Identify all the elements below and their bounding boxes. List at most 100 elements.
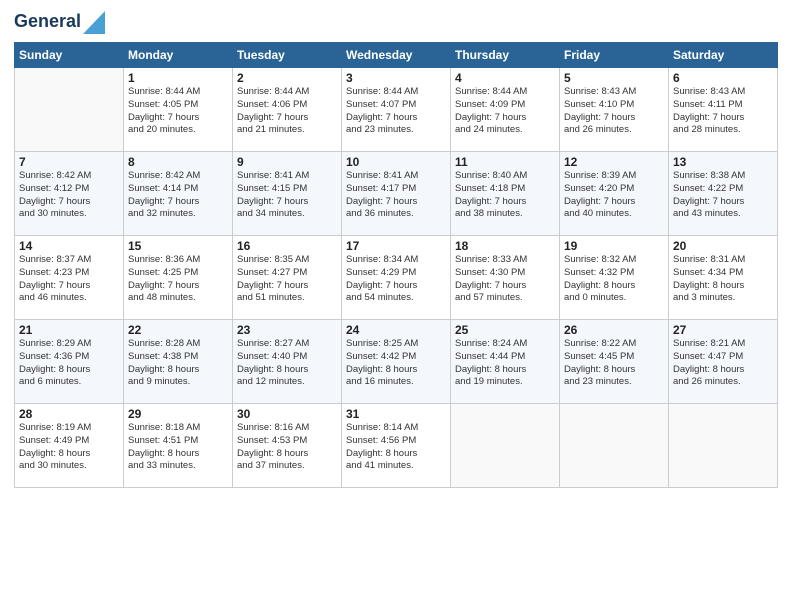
cell-info: Sunrise: 8:43 AMSunset: 4:10 PMDaylight:… (564, 86, 636, 135)
calendar-day-cell: 8Sunrise: 8:42 AMSunset: 4:14 PMDaylight… (124, 152, 233, 236)
cell-info: Sunrise: 8:42 AMSunset: 4:14 PMDaylight:… (128, 170, 200, 219)
calendar-day-cell: 10Sunrise: 8:41 AMSunset: 4:17 PMDayligh… (342, 152, 451, 236)
calendar-day-cell: 19Sunrise: 8:32 AMSunset: 4:32 PMDayligh… (560, 236, 669, 320)
calendar-day-cell: 29Sunrise: 8:18 AMSunset: 4:51 PMDayligh… (124, 404, 233, 488)
calendar-header-cell: Sunday (15, 43, 124, 68)
day-number: 3 (346, 71, 446, 85)
calendar-day-cell: 25Sunrise: 8:24 AMSunset: 4:44 PMDayligh… (451, 320, 560, 404)
cell-info: Sunrise: 8:44 AMSunset: 4:09 PMDaylight:… (455, 86, 527, 135)
day-number: 7 (19, 155, 119, 169)
calendar-header-row: SundayMondayTuesdayWednesdayThursdayFrid… (15, 43, 778, 68)
calendar-day-cell (669, 404, 778, 488)
calendar-header-cell: Tuesday (233, 43, 342, 68)
calendar-day-cell: 14Sunrise: 8:37 AMSunset: 4:23 PMDayligh… (15, 236, 124, 320)
cell-info: Sunrise: 8:33 AMSunset: 4:30 PMDaylight:… (455, 254, 527, 303)
cell-info: Sunrise: 8:37 AMSunset: 4:23 PMDaylight:… (19, 254, 91, 303)
day-number: 30 (237, 407, 337, 421)
cell-info: Sunrise: 8:44 AMSunset: 4:06 PMDaylight:… (237, 86, 309, 135)
cell-info: Sunrise: 8:29 AMSunset: 4:36 PMDaylight:… (19, 338, 91, 387)
day-number: 4 (455, 71, 555, 85)
cell-info: Sunrise: 8:43 AMSunset: 4:11 PMDaylight:… (673, 86, 745, 135)
day-number: 21 (19, 323, 119, 337)
cell-info: Sunrise: 8:27 AMSunset: 4:40 PMDaylight:… (237, 338, 309, 387)
day-number: 17 (346, 239, 446, 253)
calendar-day-cell: 12Sunrise: 8:39 AMSunset: 4:20 PMDayligh… (560, 152, 669, 236)
calendar-day-cell: 2Sunrise: 8:44 AMSunset: 4:06 PMDaylight… (233, 68, 342, 152)
calendar-header-cell: Wednesday (342, 43, 451, 68)
calendar-day-cell: 17Sunrise: 8:34 AMSunset: 4:29 PMDayligh… (342, 236, 451, 320)
calendar-day-cell: 6Sunrise: 8:43 AMSunset: 4:11 PMDaylight… (669, 68, 778, 152)
cell-info: Sunrise: 8:24 AMSunset: 4:44 PMDaylight:… (455, 338, 527, 387)
calendar-day-cell: 26Sunrise: 8:22 AMSunset: 4:45 PMDayligh… (560, 320, 669, 404)
day-number: 25 (455, 323, 555, 337)
cell-info: Sunrise: 8:44 AMSunset: 4:07 PMDaylight:… (346, 86, 418, 135)
logo-text: General (14, 12, 81, 32)
cell-info: Sunrise: 8:25 AMSunset: 4:42 PMDaylight:… (346, 338, 418, 387)
calendar-day-cell: 23Sunrise: 8:27 AMSunset: 4:40 PMDayligh… (233, 320, 342, 404)
day-number: 29 (128, 407, 228, 421)
day-number: 26 (564, 323, 664, 337)
calendar-week-row: 7Sunrise: 8:42 AMSunset: 4:12 PMDaylight… (15, 152, 778, 236)
cell-info: Sunrise: 8:21 AMSunset: 4:47 PMDaylight:… (673, 338, 745, 387)
calendar-day-cell: 20Sunrise: 8:31 AMSunset: 4:34 PMDayligh… (669, 236, 778, 320)
calendar-week-row: 21Sunrise: 8:29 AMSunset: 4:36 PMDayligh… (15, 320, 778, 404)
cell-info: Sunrise: 8:34 AMSunset: 4:29 PMDaylight:… (346, 254, 418, 303)
calendar-week-row: 28Sunrise: 8:19 AMSunset: 4:49 PMDayligh… (15, 404, 778, 488)
cell-info: Sunrise: 8:41 AMSunset: 4:17 PMDaylight:… (346, 170, 418, 219)
cell-info: Sunrise: 8:44 AMSunset: 4:05 PMDaylight:… (128, 86, 200, 135)
page-container: General SundayMondayTuesdayWednesdayThur… (0, 0, 792, 498)
calendar-day-cell: 27Sunrise: 8:21 AMSunset: 4:47 PMDayligh… (669, 320, 778, 404)
day-number: 1 (128, 71, 228, 85)
calendar-day-cell: 16Sunrise: 8:35 AMSunset: 4:27 PMDayligh… (233, 236, 342, 320)
day-number: 16 (237, 239, 337, 253)
calendar-week-row: 1Sunrise: 8:44 AMSunset: 4:05 PMDaylight… (15, 68, 778, 152)
calendar-day-cell: 30Sunrise: 8:16 AMSunset: 4:53 PMDayligh… (233, 404, 342, 488)
calendar-day-cell: 1Sunrise: 8:44 AMSunset: 4:05 PMDaylight… (124, 68, 233, 152)
day-number: 10 (346, 155, 446, 169)
logo-arrow-icon (83, 6, 105, 34)
day-number: 28 (19, 407, 119, 421)
day-number: 5 (564, 71, 664, 85)
cell-info: Sunrise: 8:14 AMSunset: 4:56 PMDaylight:… (346, 422, 418, 471)
page-header: General (14, 10, 778, 34)
calendar-day-cell: 5Sunrise: 8:43 AMSunset: 4:10 PMDaylight… (560, 68, 669, 152)
day-number: 24 (346, 323, 446, 337)
cell-info: Sunrise: 8:16 AMSunset: 4:53 PMDaylight:… (237, 422, 309, 471)
day-number: 20 (673, 239, 773, 253)
cell-info: Sunrise: 8:31 AMSunset: 4:34 PMDaylight:… (673, 254, 745, 303)
day-number: 8 (128, 155, 228, 169)
day-number: 19 (564, 239, 664, 253)
cell-info: Sunrise: 8:32 AMSunset: 4:32 PMDaylight:… (564, 254, 636, 303)
calendar-day-cell: 4Sunrise: 8:44 AMSunset: 4:09 PMDaylight… (451, 68, 560, 152)
calendar-day-cell: 24Sunrise: 8:25 AMSunset: 4:42 PMDayligh… (342, 320, 451, 404)
day-number: 9 (237, 155, 337, 169)
calendar-day-cell (560, 404, 669, 488)
calendar-day-cell (15, 68, 124, 152)
calendar-table: SundayMondayTuesdayWednesdayThursdayFrid… (14, 42, 778, 488)
day-number: 22 (128, 323, 228, 337)
day-number: 11 (455, 155, 555, 169)
day-number: 23 (237, 323, 337, 337)
calendar-day-cell: 15Sunrise: 8:36 AMSunset: 4:25 PMDayligh… (124, 236, 233, 320)
logo: General (14, 10, 105, 34)
day-number: 18 (455, 239, 555, 253)
day-number: 13 (673, 155, 773, 169)
cell-info: Sunrise: 8:18 AMSunset: 4:51 PMDaylight:… (128, 422, 200, 471)
cell-info: Sunrise: 8:41 AMSunset: 4:15 PMDaylight:… (237, 170, 309, 219)
calendar-header-cell: Saturday (669, 43, 778, 68)
calendar-header-cell: Monday (124, 43, 233, 68)
day-number: 31 (346, 407, 446, 421)
calendar-day-cell: 21Sunrise: 8:29 AMSunset: 4:36 PMDayligh… (15, 320, 124, 404)
calendar-day-cell: 3Sunrise: 8:44 AMSunset: 4:07 PMDaylight… (342, 68, 451, 152)
day-number: 27 (673, 323, 773, 337)
calendar-header-cell: Friday (560, 43, 669, 68)
day-number: 6 (673, 71, 773, 85)
calendar-day-cell: 31Sunrise: 8:14 AMSunset: 4:56 PMDayligh… (342, 404, 451, 488)
cell-info: Sunrise: 8:40 AMSunset: 4:18 PMDaylight:… (455, 170, 527, 219)
calendar-day-cell: 7Sunrise: 8:42 AMSunset: 4:12 PMDaylight… (15, 152, 124, 236)
day-number: 15 (128, 239, 228, 253)
calendar-day-cell: 13Sunrise: 8:38 AMSunset: 4:22 PMDayligh… (669, 152, 778, 236)
cell-info: Sunrise: 8:39 AMSunset: 4:20 PMDaylight:… (564, 170, 636, 219)
day-number: 12 (564, 155, 664, 169)
day-number: 2 (237, 71, 337, 85)
